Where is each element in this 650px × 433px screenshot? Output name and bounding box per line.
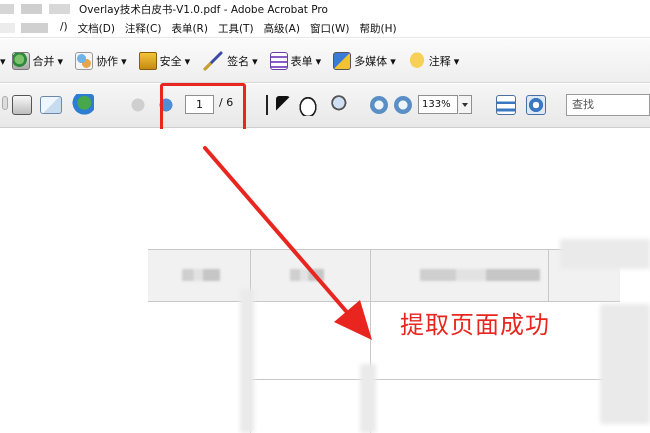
annotation-arrow [203, 146, 372, 340]
annotation-caption: 提取页面成功 [400, 311, 550, 339]
